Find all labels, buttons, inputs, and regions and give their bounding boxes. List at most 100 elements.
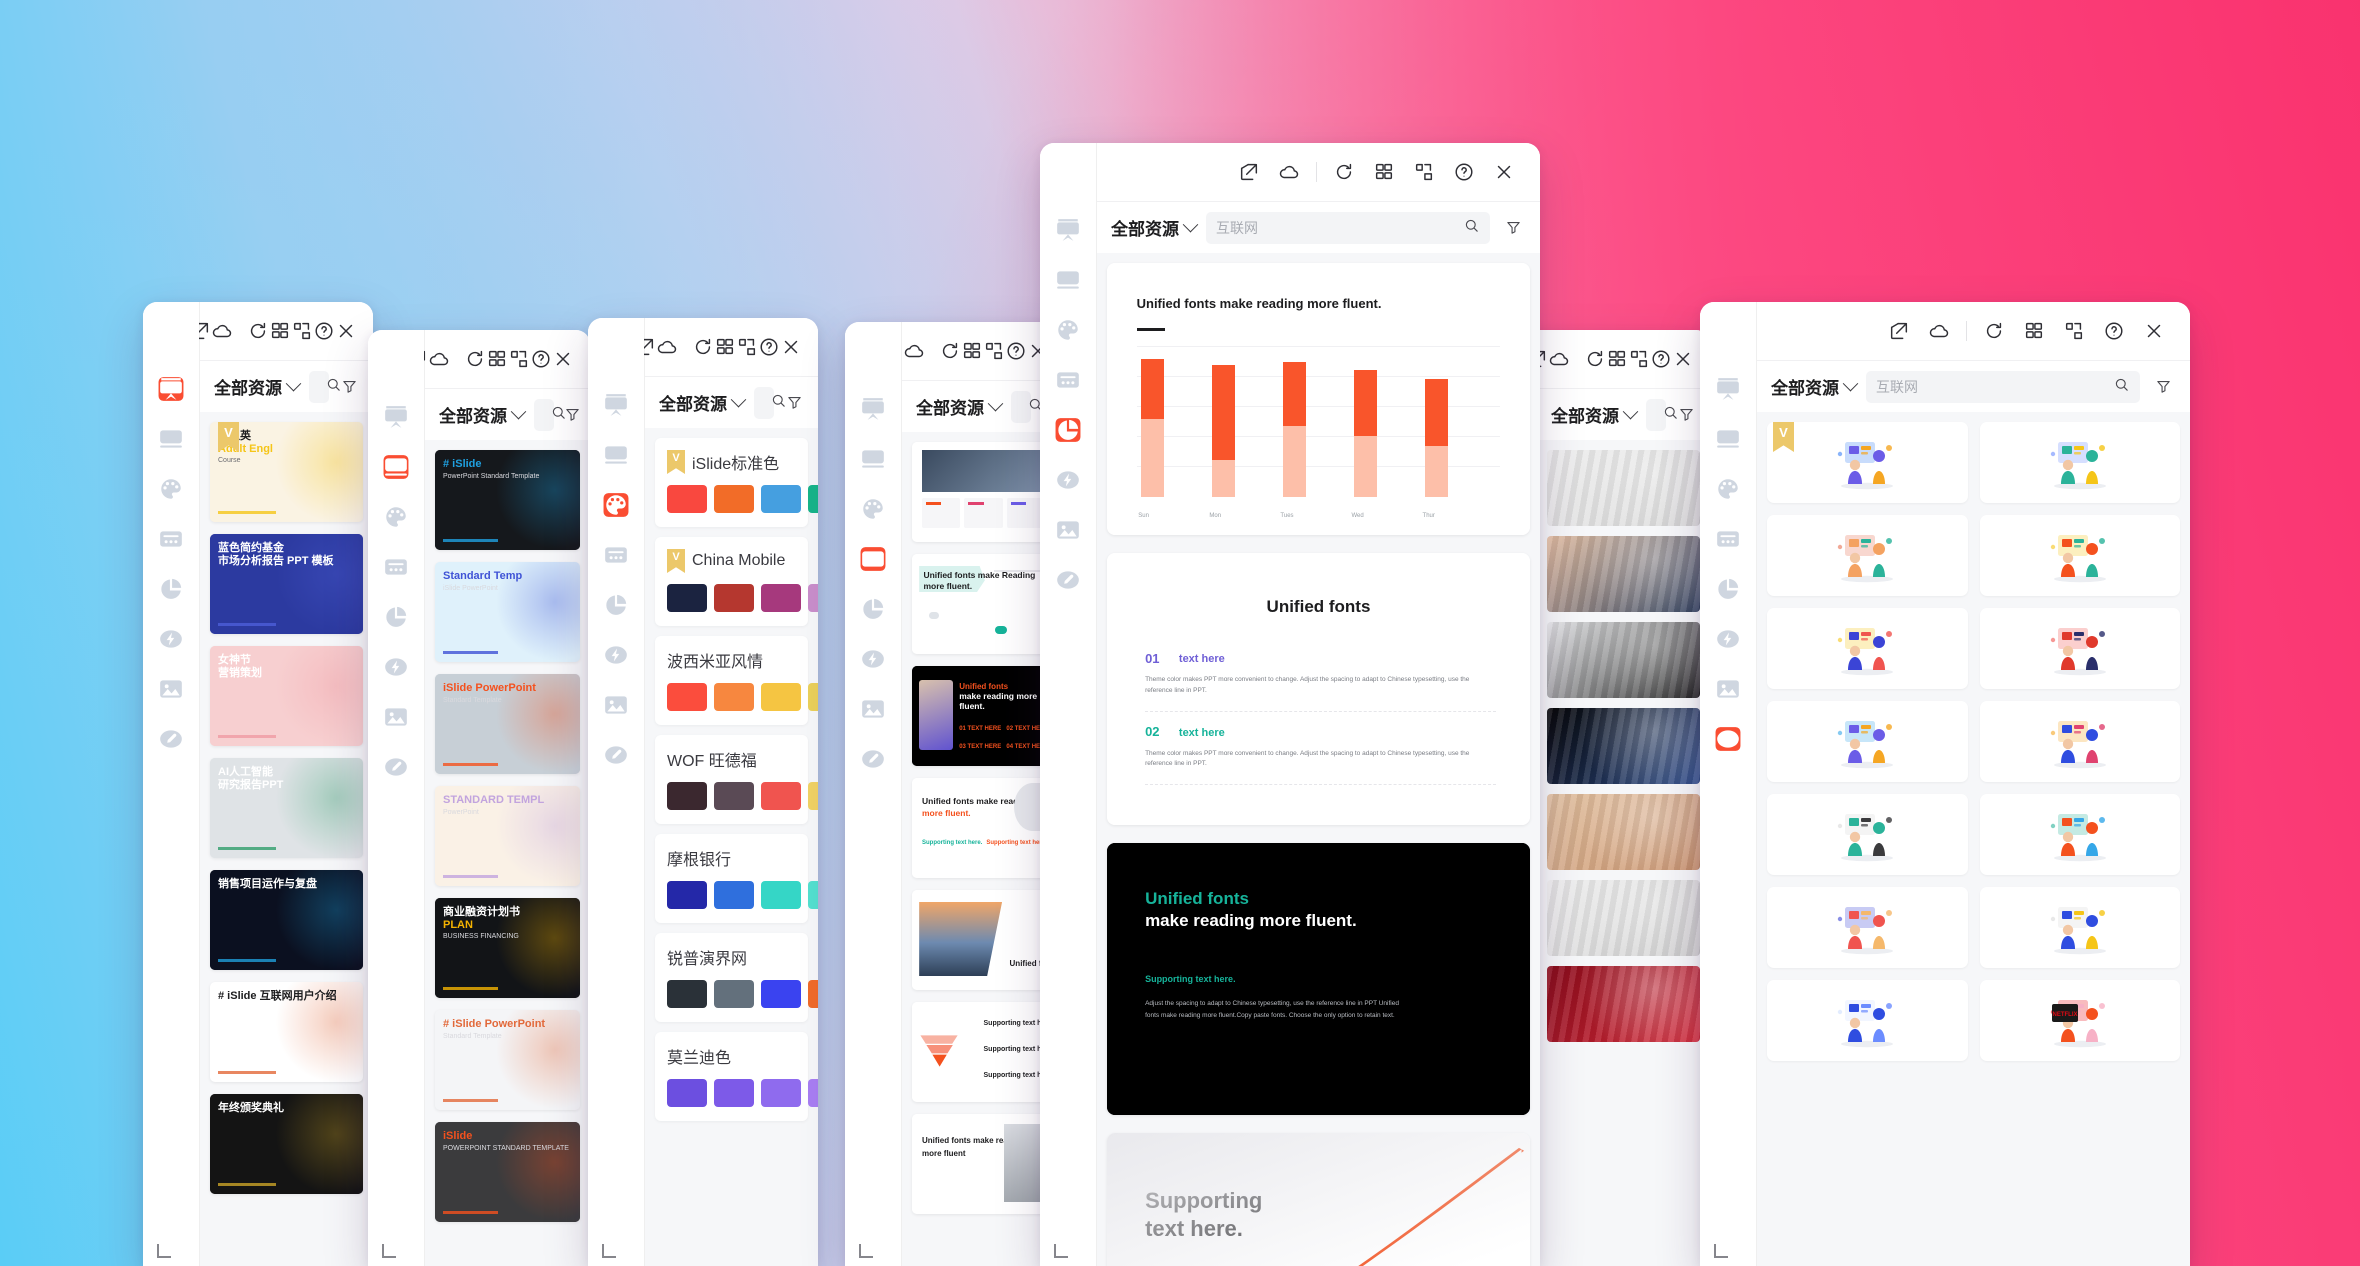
sidebar-item-chart[interactable] [851, 584, 895, 634]
color-swatch[interactable] [808, 683, 818, 711]
split-window-icon[interactable] [983, 331, 1005, 371]
close-icon[interactable] [335, 311, 357, 351]
filter-icon[interactable] [339, 378, 359, 395]
color-swatch[interactable] [714, 683, 754, 711]
filter-icon[interactable] [784, 394, 804, 411]
refresh-icon[interactable] [1324, 152, 1364, 192]
sidebar-item-brush[interactable] [1046, 555, 1090, 605]
grid-view-icon[interactable] [2014, 311, 2054, 351]
slide-thumbnail[interactable]: Unified fonts make Reading more fluent. [912, 554, 1055, 654]
sidebar-item-palette[interactable] [851, 484, 895, 534]
sidebar-item-brush[interactable] [851, 734, 895, 784]
split-window-icon[interactable] [1404, 152, 1444, 192]
illustration-cell[interactable] [1979, 701, 2180, 782]
edit-square-icon[interactable] [1879, 311, 1919, 351]
sidebar-item-palette[interactable] [594, 480, 638, 530]
color-swatch[interactable] [808, 584, 818, 612]
template-thumbnail[interactable]: 销售项目运作与复盘 [210, 870, 363, 970]
sidebar-item-palette[interactable] [1046, 305, 1090, 355]
help-icon[interactable] [2094, 311, 2134, 351]
sidebar-item-chart[interactable] [594, 580, 638, 630]
help-icon[interactable] [530, 339, 552, 379]
cloud-icon[interactable] [1548, 339, 1570, 379]
color-swatch[interactable] [667, 1079, 707, 1107]
color-swatch[interactable] [761, 485, 801, 513]
sidebar-item-card[interactable] [1046, 255, 1090, 305]
illustration-cell[interactable]: V [1767, 422, 1968, 503]
resize-corner-handle[interactable] [1714, 1244, 1728, 1258]
color-swatch[interactable] [761, 584, 801, 612]
sidebar-item-card[interactable] [851, 434, 895, 484]
cloud-icon[interactable] [1919, 311, 1959, 351]
sidebar-item-slider[interactable] [149, 514, 193, 564]
split-window-icon[interactable] [736, 327, 758, 367]
color-swatch[interactable] [667, 485, 707, 513]
illustration-cell[interactable] [1979, 422, 2180, 503]
photo-thumbnail[interactable] [1547, 536, 1700, 612]
color-swatch[interactable] [667, 782, 707, 810]
refresh-icon[interactable] [464, 339, 486, 379]
template-thumbnail[interactable]: # iSlide 互联网用户介绍 [210, 982, 363, 1082]
split-window-icon[interactable] [1628, 339, 1650, 379]
sidebar-item-presentation[interactable] [1706, 364, 1750, 414]
template-thumbnail[interactable]: Standard Temp iSlide PowerPoint [435, 562, 580, 662]
help-icon[interactable] [1650, 339, 1672, 379]
sidebar-item-image[interactable] [594, 680, 638, 730]
illustration-cell[interactable] [1979, 608, 2180, 689]
color-swatch[interactable] [714, 782, 754, 810]
color-swatch[interactable] [761, 782, 801, 810]
filter-icon[interactable] [1676, 406, 1696, 423]
search-input[interactable]: 互联网 [754, 386, 785, 419]
template-thumbnail[interactable]: 成人英Adult EnglCourseV [210, 422, 363, 522]
search-input[interactable]: 互联网 [309, 370, 340, 403]
resize-corner-handle[interactable] [157, 1244, 171, 1258]
photo-thumbnail[interactable] [1547, 966, 1700, 1042]
template-thumbnail[interactable]: # iSlide PowerPoint Standard Template [435, 1010, 580, 1110]
illustration-cell[interactable] [1767, 608, 1968, 689]
resize-corner-handle[interactable] [382, 1244, 396, 1258]
resource-content[interactable]: # iSlide PowerPoint Standard Template Stan… [425, 440, 590, 1266]
color-swatch[interactable] [808, 980, 818, 1008]
sidebar-item-image[interactable] [1046, 505, 1090, 555]
resize-corner-handle[interactable] [602, 1244, 616, 1258]
photo-thumbnail[interactable] [1547, 450, 1700, 526]
sidebar-item-presentation[interactable] [149, 364, 193, 414]
sidebar-item-chart[interactable] [1046, 405, 1090, 455]
sidebar-item-icon[interactable] [149, 614, 193, 664]
sidebar-item-chart[interactable] [1706, 564, 1750, 614]
illustration-cell[interactable] [1767, 794, 1968, 875]
illustration-cell[interactable] [1767, 515, 1968, 596]
sidebar-item-image[interactable] [851, 684, 895, 734]
resource-window-w4[interactable]: 全部资源 互联网 Unified fonts make Reading more … [845, 322, 1065, 1266]
refresh-icon[interactable] [692, 327, 714, 367]
resource-category-select[interactable]: 全部资源 [1551, 402, 1639, 427]
sidebar-item-chart[interactable] [374, 592, 418, 642]
sidebar-item-presentation[interactable] [1046, 205, 1090, 255]
split-window-icon[interactable] [508, 339, 530, 379]
sidebar-item-slider[interactable] [594, 530, 638, 580]
refresh-icon[interactable] [1974, 311, 2014, 351]
slide-thumbnail[interactable]: Unified fonts make reading more fluent. S… [1107, 263, 1530, 535]
template-thumbnail[interactable]: iSlide PowerPoint Standard Template [435, 674, 580, 774]
photo-thumbnail[interactable] [1547, 880, 1700, 956]
sidebar-item-icon[interactable] [594, 630, 638, 680]
resize-corner-handle[interactable] [1054, 1244, 1068, 1258]
slide-thumbnail[interactable]: Unified fonts make reading more fluent. Su… [1107, 843, 1530, 1115]
sidebar-item-chart[interactable] [149, 564, 193, 614]
template-thumbnail[interactable]: 女神节 营销策划 [210, 646, 363, 746]
color-swatch[interactable] [714, 584, 754, 612]
slide-thumbnail[interactable]: Unified fonts make reading more fluent [912, 1114, 1055, 1214]
filter-icon[interactable] [564, 406, 581, 423]
palette-card[interactable]: V China Mobile [655, 537, 818, 626]
photo-thumbnail[interactable] [1547, 708, 1700, 784]
filter-icon[interactable] [1500, 219, 1526, 236]
search-input[interactable]: 互联网 [1866, 370, 2140, 403]
sidebar-item-slider[interactable] [851, 534, 895, 584]
slide-thumbnail[interactable]: Unified fonts make reading more fluent. Su… [912, 778, 1055, 878]
sidebar-item-brush[interactable] [594, 730, 638, 780]
cloud-icon[interactable] [211, 311, 233, 351]
grid-view-icon[interactable] [961, 331, 983, 371]
refresh-icon[interactable] [939, 331, 961, 371]
search-input[interactable]: 互联网 [1011, 390, 1042, 423]
illustration-cell[interactable]: NETFLIX [1979, 980, 2180, 1061]
